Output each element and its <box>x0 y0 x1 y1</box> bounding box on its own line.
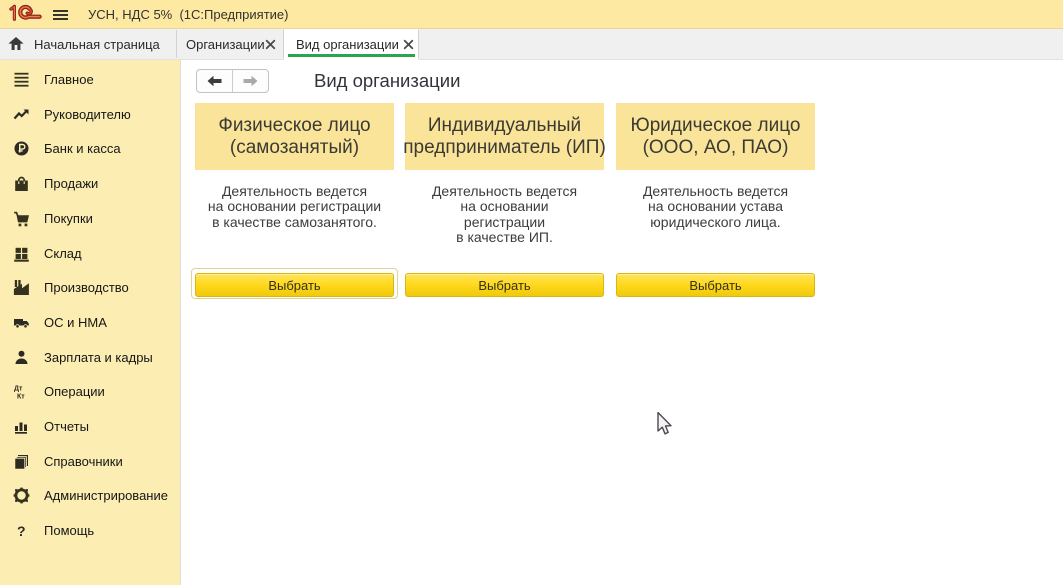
svg-text:Дт: Дт <box>14 386 23 393</box>
svg-text:?: ? <box>17 523 26 539</box>
svg-text:Кт: Кт <box>17 394 25 401</box>
